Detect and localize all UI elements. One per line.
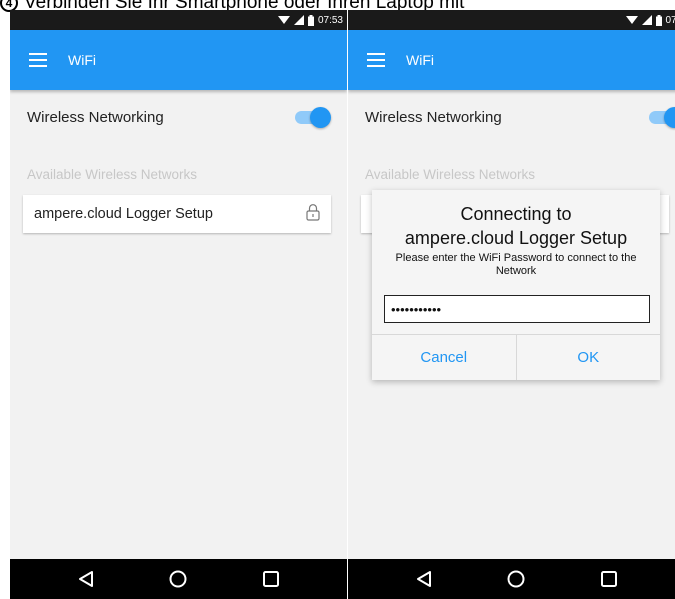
phone-screen-right: 07:5 WiFi Wireless Networking Available … [348, 10, 675, 599]
cell-signal-icon [293, 15, 304, 25]
wireless-networking-row: Wireless Networking [348, 96, 675, 138]
status-bar: 07:5 [348, 10, 675, 30]
available-networks-heading: Available Wireless Networks [27, 167, 198, 182]
back-icon[interactable] [404, 559, 444, 599]
available-networks-heading: Available Wireless Networks [365, 167, 536, 182]
status-time: 07:53 [317, 14, 343, 26]
wireless-networking-label: Wireless Networking [27, 108, 164, 126]
battery-icon [655, 14, 662, 26]
ok-button[interactable]: OK [517, 335, 661, 380]
recents-icon[interactable] [251, 559, 291, 599]
wireless-toggle[interactable] [647, 106, 675, 128]
wifi-password-dialog: Connecting to ampere.cloud Logger Setup … [372, 190, 660, 380]
dialog-title: Connecting to ampere.cloud Logger Setup [372, 202, 660, 250]
toggle-knob [310, 107, 331, 128]
phone-screen-left: 07:53 WiFi Wireless Networking Available… [10, 10, 347, 599]
hamburger-menu-icon[interactable] [348, 30, 404, 90]
android-nav-bar [10, 559, 347, 599]
dialog-title-line2: ampere.cloud Logger Setup [404, 228, 628, 248]
back-icon[interactable] [66, 559, 106, 599]
network-item[interactable]: ampere.cloud Logger Setup [23, 195, 331, 233]
cell-signal-icon [641, 15, 652, 25]
battery-icon [307, 14, 314, 26]
wireless-toggle[interactable] [293, 106, 331, 128]
wireless-networking-row: Wireless Networking [10, 96, 347, 138]
wireless-networking-label: Wireless Networking [365, 108, 502, 126]
home-icon[interactable] [158, 559, 198, 599]
hamburger-menu-icon[interactable] [10, 30, 66, 90]
cancel-button[interactable]: Cancel [372, 335, 517, 380]
wifi-signal-icon [625, 15, 638, 25]
android-nav-bar [348, 559, 675, 599]
lock-icon [306, 203, 320, 226]
app-bar: WiFi [348, 30, 675, 90]
app-bar-title: WiFi [68, 52, 96, 68]
wifi-signal-icon [277, 15, 290, 25]
status-bar: 07:53 [10, 10, 347, 30]
home-icon[interactable] [496, 559, 536, 599]
app-bar: WiFi [10, 30, 347, 90]
recents-icon[interactable] [589, 559, 629, 599]
status-time: 07:5 [665, 14, 675, 26]
toggle-knob [664, 107, 675, 128]
network-name: ampere.cloud Logger Setup [34, 206, 213, 222]
wifi-password-input[interactable] [384, 295, 650, 323]
app-bar-title: WiFi [406, 52, 434, 68]
dialog-title-line1: Connecting to [460, 204, 572, 224]
dialog-actions: Cancel OK [372, 334, 660, 380]
dialog-message: Please enter the WiFi Password to connec… [395, 252, 637, 277]
